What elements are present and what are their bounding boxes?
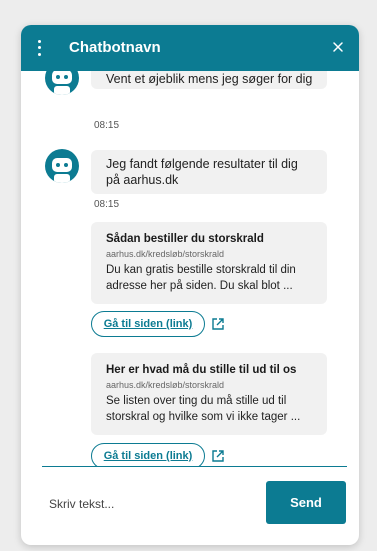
go-to-page-link[interactable]: Gå til siden (link) xyxy=(91,311,205,337)
message-time: 08:15 xyxy=(94,120,120,131)
bot-avatar xyxy=(45,149,79,183)
close-icon[interactable] xyxy=(329,38,347,56)
bot-message-bubble: Vent et øjeblik mens jeg søger for dig xyxy=(91,71,327,89)
external-link-icon[interactable] xyxy=(211,449,225,463)
result-title: Sådan bestiller du storskrald xyxy=(106,233,264,245)
result-title: Her er hvad må du stille til ud til os xyxy=(106,364,297,376)
chatbot-widget: Chatbotnavn Vent et øjeblik mens jeg søg… xyxy=(21,25,359,545)
result-description: Se listen over ting du må stille ud til … xyxy=(106,395,301,423)
message-time: 08:15 xyxy=(94,199,120,210)
bot-message-text: Jeg fandt følgende resultater til dig på… xyxy=(106,157,298,187)
result-card: Sådan bestiller du storskrald aarhus.dk/… xyxy=(91,222,327,304)
send-button[interactable]: Send xyxy=(266,481,346,524)
bot-avatar xyxy=(45,71,79,95)
result-url: aarhus.dk/kredsløb/storskrald xyxy=(106,380,225,390)
external-link-icon[interactable] xyxy=(211,317,225,331)
message-list[interactable]: Vent et øjeblik mens jeg søger for dig 0… xyxy=(21,71,359,466)
chat-header: Chatbotnavn xyxy=(21,25,359,71)
result-description: Du kan gratis bestille storskrald til di… xyxy=(106,264,296,292)
composer-divider xyxy=(42,466,347,467)
message-input[interactable] xyxy=(49,493,249,515)
go-to-page-link[interactable]: Gå til siden (link) xyxy=(91,443,205,466)
chatbot-title: Chatbotnavn xyxy=(69,39,161,56)
result-url: aarhus.dk/kredsløb/storskrald xyxy=(106,249,225,259)
result-card: Her er hvad må du stille til ud til os a… xyxy=(91,353,327,435)
kebab-menu-icon[interactable] xyxy=(34,38,44,58)
bot-message-text: Vent et øjeblik mens jeg søger for dig xyxy=(106,72,313,86)
bot-message-bubble: Jeg fandt følgende resultater til dig på… xyxy=(91,150,327,194)
